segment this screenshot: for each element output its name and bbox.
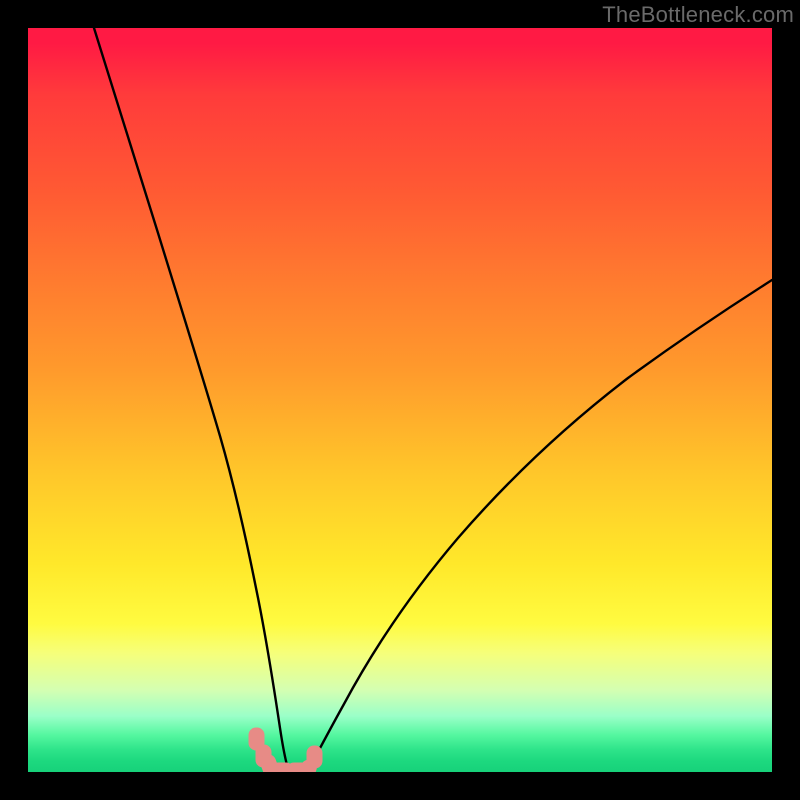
curves-layer [28,28,772,772]
chart-frame: TheBottleneck.com [0,0,800,800]
plot-area [28,28,772,772]
optimal-zone-markers [249,728,322,772]
curve-right-branch [307,280,772,772]
curve-left-branch [94,28,289,772]
watermark-text: TheBottleneck.com [602,2,794,28]
